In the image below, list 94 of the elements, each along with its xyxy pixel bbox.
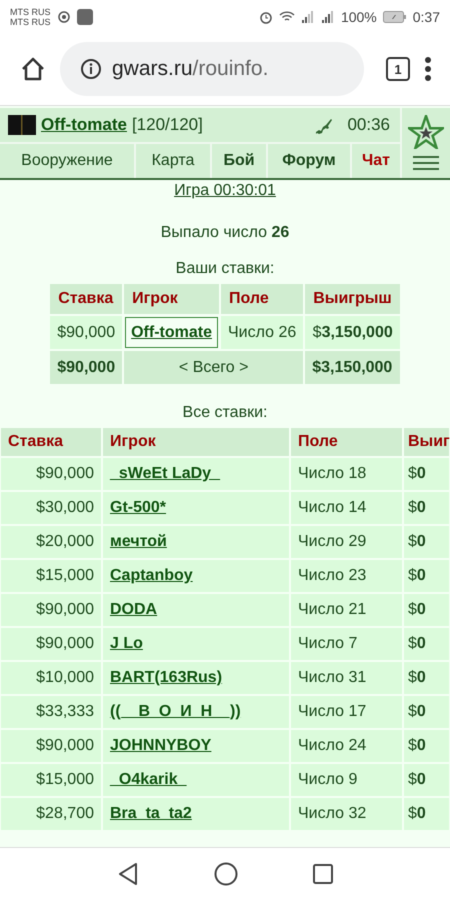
table-cell: $28,700: [0, 797, 102, 831]
player-link[interactable]: BART(163Rus): [110, 669, 222, 686]
timer-text: 00:36: [347, 115, 390, 135]
nav-link[interactable]: Карта: [136, 144, 212, 178]
table-cell: $0: [403, 797, 450, 831]
recents-icon[interactable]: [312, 864, 333, 884]
column-header: Поле: [290, 427, 403, 457]
table-cell: $90,000: [0, 729, 102, 763]
table-cell: $20,000: [0, 525, 102, 559]
table-cell: $90,000: [49, 315, 124, 350]
nav-link[interactable]: Вооружение: [0, 144, 136, 178]
table-cell: $0: [403, 491, 450, 525]
column-header: Игрок: [123, 283, 220, 315]
home-icon[interactable]: [214, 862, 238, 886]
table-cell: $10,000: [0, 661, 102, 695]
signal-icon: [320, 10, 335, 22]
table-cell: $0: [403, 729, 450, 763]
carrier-name: MTS RUS: [10, 6, 50, 16]
table-cell: Число 21: [290, 593, 403, 627]
table-cell: $3,150,000: [304, 315, 401, 350]
flag-icon: [8, 115, 36, 135]
column-header: Выиг: [403, 427, 450, 457]
nav-link[interactable]: Чат: [352, 144, 400, 178]
player-link[interactable]: мечтой: [110, 533, 167, 550]
nav-link[interactable]: Форум: [268, 144, 352, 178]
table-cell: $15,000: [0, 559, 102, 593]
table-cell: Число 14: [290, 491, 403, 525]
player-link[interactable]: J Lo: [110, 635, 143, 652]
table-cell: $33,333: [0, 695, 102, 729]
player-link[interactable]: Gt-500*: [110, 499, 166, 516]
player-link[interactable]: Captanboy: [110, 567, 193, 584]
player-link[interactable]: _O4karik_: [110, 771, 187, 788]
player-link[interactable]: _sWeEt LaDy_: [110, 465, 220, 482]
column-header: Ставка: [49, 283, 124, 315]
table-cell: Число 7: [290, 627, 403, 661]
table-cell: $90,000: [0, 627, 102, 661]
carrier-name: MTS RUS: [10, 16, 50, 26]
hotspot-icon: [56, 10, 70, 24]
table-cell: $30,000: [0, 491, 102, 525]
clock-time: 0:37: [412, 8, 440, 24]
game-link[interactable]: Игра 00:30:01: [174, 182, 276, 200]
table-cell: Число 26: [220, 315, 304, 350]
table-cell: $90,000: [0, 593, 102, 627]
info-icon: [80, 58, 102, 80]
table-cell: $0: [403, 661, 450, 695]
table-cell: Число 32: [290, 797, 403, 831]
address-bar[interactable]: gwars.ru/rouinfo.: [60, 42, 364, 96]
battery-percent: 100%: [340, 8, 377, 24]
tab-count[interactable]: 1: [386, 57, 410, 81]
battery-icon: [382, 10, 407, 22]
player-link[interactable]: Bra_ta_ta2: [110, 805, 192, 822]
player-link[interactable]: DODA: [110, 601, 158, 618]
table-cell: $0: [403, 763, 450, 797]
table-cell: $3,150,000: [304, 350, 401, 385]
more-icon[interactable]: [424, 56, 432, 82]
back-icon[interactable]: [117, 862, 140, 886]
table-cell: Число 29: [290, 525, 403, 559]
home-icon[interactable]: [20, 56, 46, 82]
health-text: [120/120]: [132, 115, 203, 135]
player-link[interactable]: JOHNNYBOY: [110, 737, 212, 754]
table-cell: $0: [403, 593, 450, 627]
player-link[interactable]: Off-tomate: [41, 115, 127, 135]
table-cell: $0: [403, 525, 450, 559]
column-header: Выигрыш: [304, 283, 401, 315]
notification-icon: [76, 8, 92, 24]
menu-icon[interactable]: [413, 155, 439, 171]
table-cell: Число 23: [290, 559, 403, 593]
column-header: Игрок: [102, 427, 290, 457]
table-cell: $0: [403, 695, 450, 729]
table-cell: $15,000: [0, 763, 102, 797]
nav-link[interactable]: Бой: [212, 144, 268, 178]
table-cell: $0: [403, 559, 450, 593]
table-cell: $0: [403, 627, 450, 661]
table-cell: Число 18: [290, 457, 403, 491]
table-cell: Число 9: [290, 763, 403, 797]
alarm-icon: [258, 10, 273, 24]
table-cell: $90,000: [0, 457, 102, 491]
table-cell: Число 31: [290, 661, 403, 695]
url-text: gwars.ru/rouinfo.: [112, 57, 268, 81]
wifi-icon: [278, 10, 295, 23]
column-header: Поле: [220, 283, 304, 315]
signal-icon: [300, 10, 315, 22]
result-text: Выпало число 26: [160, 224, 290, 242]
table-cell: $90,000: [49, 350, 124, 385]
player-link[interactable]: ((__В_О_И_Н__)): [110, 703, 241, 720]
table-cell: Число 17: [290, 695, 403, 729]
player-link[interactable]: Off-tomate: [131, 324, 212, 340]
table-cell: < Всего >: [123, 350, 304, 385]
table-cell: $0: [403, 457, 450, 491]
table-caption: Все ставки:: [182, 404, 268, 422]
table-cell: Число 24: [290, 729, 403, 763]
star-icon[interactable]: [408, 115, 444, 149]
table-caption: Ваши ставки:: [176, 260, 274, 278]
column-header: Ставка: [0, 427, 102, 457]
